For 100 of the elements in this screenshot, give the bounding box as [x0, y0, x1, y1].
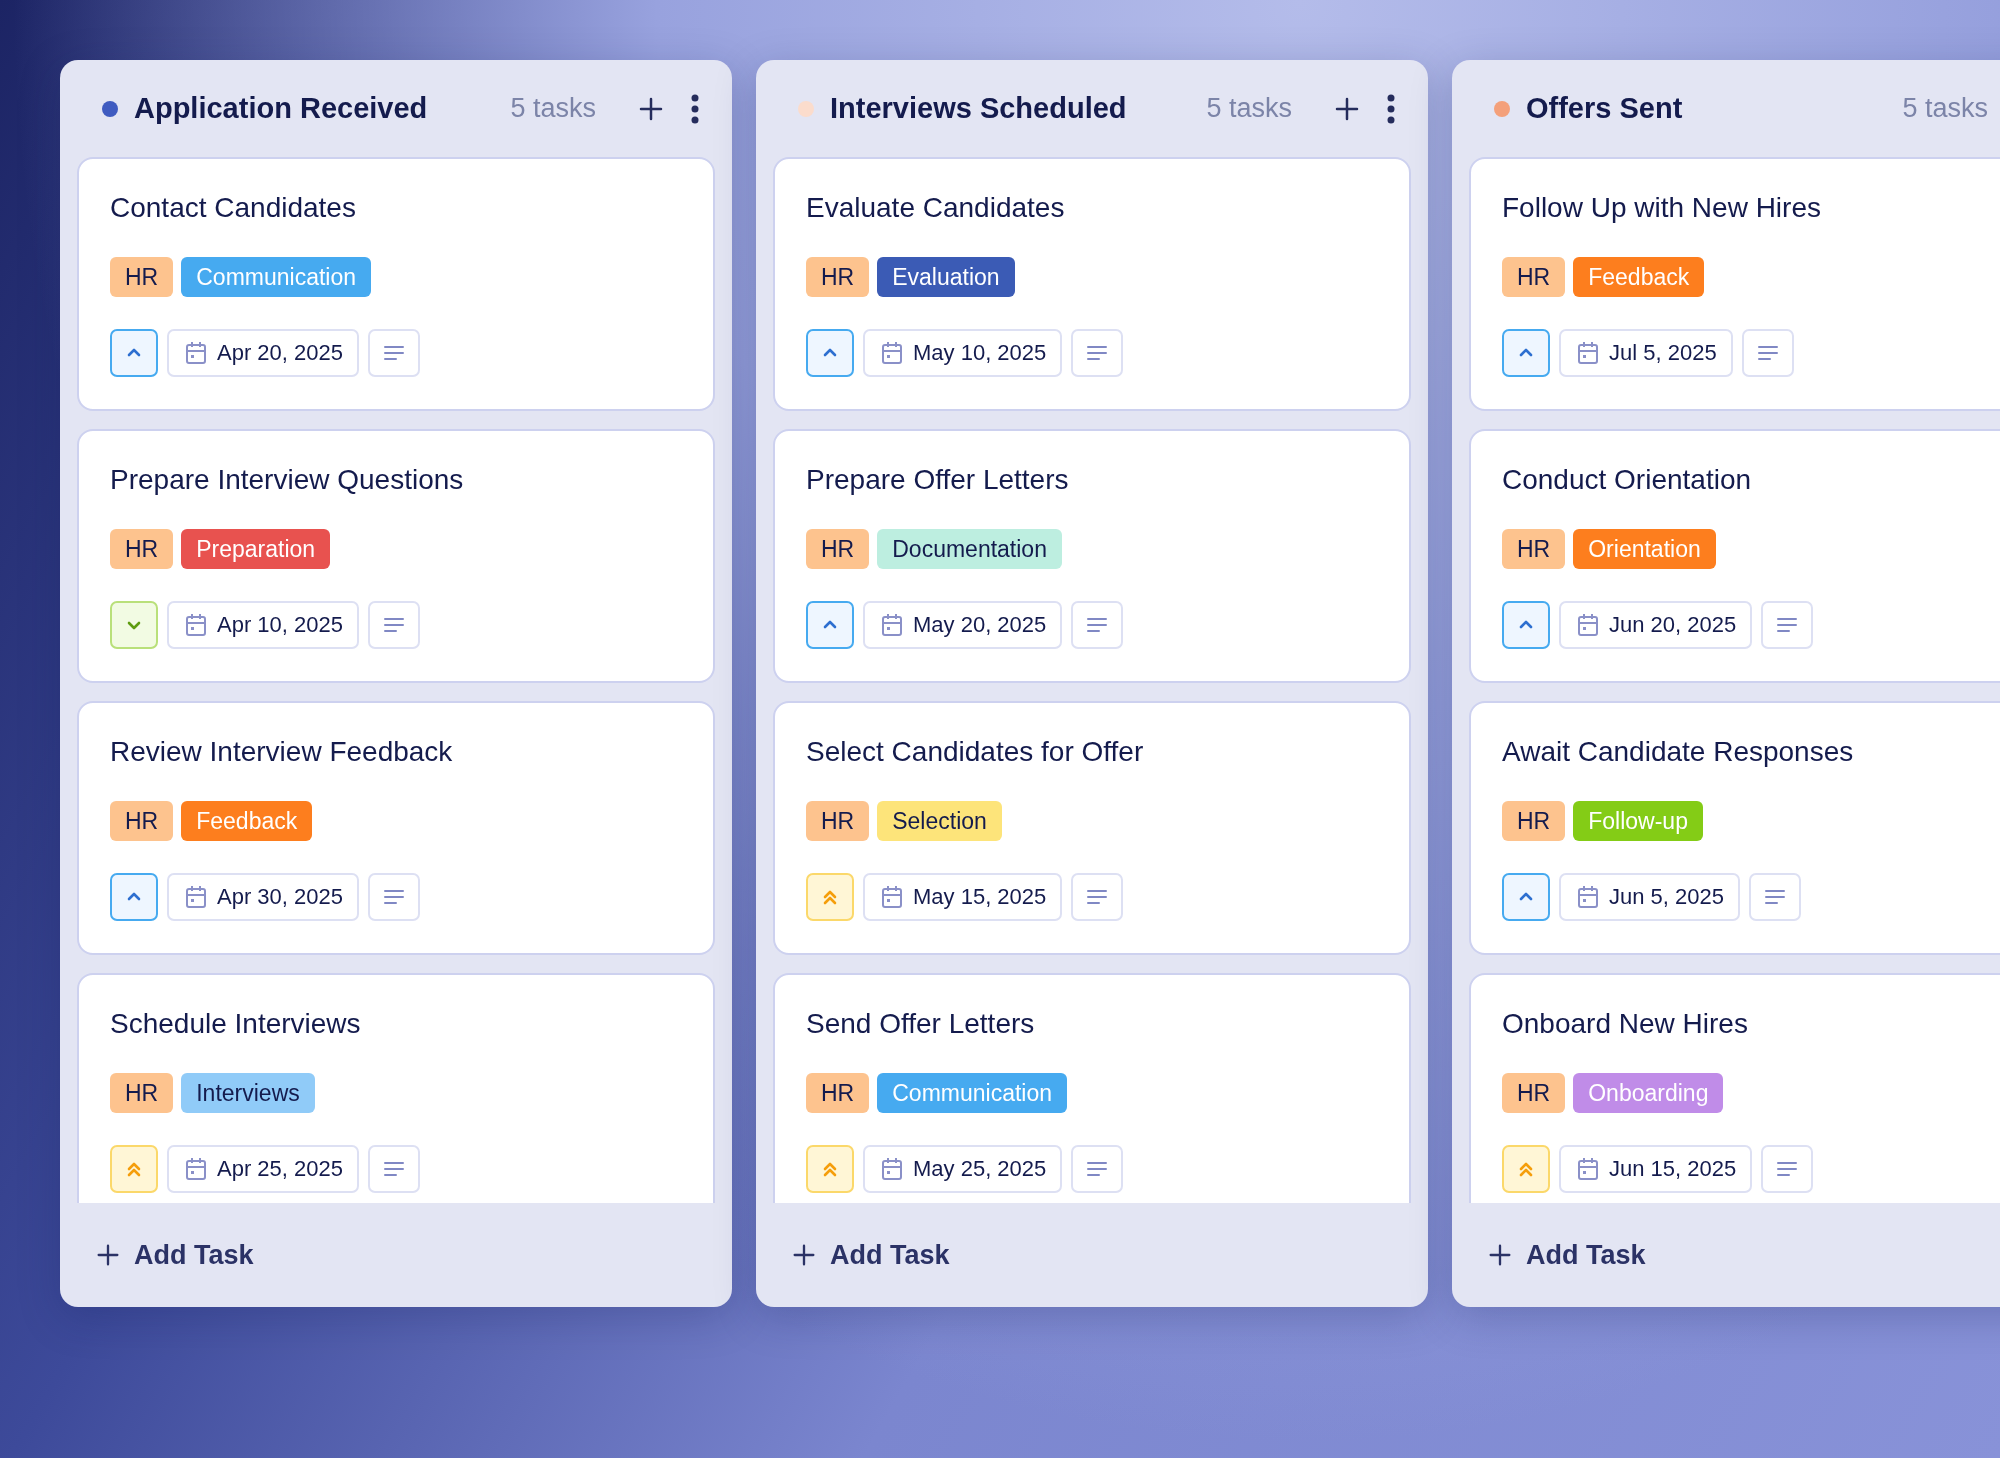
lines-icon: [1086, 344, 1109, 362]
lines-icon: [1776, 1160, 1799, 1178]
priority-button[interactable]: [1502, 873, 1550, 921]
task-card[interactable]: Conduct Orientation HR Orientation Jun 20, 2025: [1469, 429, 2000, 683]
notes-button[interactable]: [1071, 329, 1124, 377]
task-tag: HR: [110, 257, 174, 297]
calendar-icon: [185, 885, 207, 909]
add-task-button[interactable]: Add Task: [1486, 1239, 1646, 1271]
lines-icon: [1764, 888, 1786, 906]
task-tag: Feedback: [1573, 257, 1705, 297]
notes-button[interactable]: [1071, 873, 1124, 921]
task-tag: HR: [110, 801, 174, 841]
task-title: Await Candidate Responses: [1502, 735, 1855, 769]
calendar-icon: [881, 613, 903, 637]
notes-button[interactable]: [368, 329, 420, 377]
task-tag: HR: [110, 529, 174, 569]
add-task-button[interactable]: Add Task: [790, 1239, 950, 1271]
task-card[interactable]: Contact Candidates HR Communication Apr 20, 2025: [77, 157, 715, 411]
task-card[interactable]: Prepare Offer Letters HR Documentation May 20, 2025: [773, 429, 1411, 683]
task-title: Prepare Offer Letters: [806, 463, 1070, 497]
notes-button[interactable]: [1761, 1145, 1814, 1193]
notes-button[interactable]: [1741, 329, 1794, 377]
priority-button[interactable]: [806, 601, 854, 649]
due-date-button[interactable]: Apr 25, 2025: [167, 1145, 359, 1193]
due-date-button[interactable]: Jun 5, 2025: [1559, 873, 1740, 921]
task-count: 5 tasks: [510, 93, 596, 124]
task-card[interactable]: Send Offer Letters HR Communication May 25, 2025: [773, 973, 1411, 1203]
task-tag: Orientation: [1573, 529, 1716, 569]
due-date-button[interactable]: May 25, 2025: [863, 1145, 1063, 1193]
lines-icon: [383, 344, 405, 362]
task-tag: Interviews: [181, 1073, 315, 1113]
priority-button[interactable]: [110, 329, 158, 377]
task-tag: HR: [806, 801, 870, 841]
task-title: Prepare Interview Questions: [110, 463, 465, 497]
add-task-button[interactable]: Add Task: [94, 1239, 254, 1271]
task-title: Follow Up with New Hires: [1502, 191, 1822, 225]
due-date-button[interactable]: Jun 15, 2025: [1559, 1145, 1753, 1193]
calendar-icon: [881, 1157, 903, 1181]
task-count: 5 tasks: [1902, 93, 1988, 124]
notes-button[interactable]: [368, 873, 420, 921]
task-count: 5 tasks: [1206, 93, 1292, 124]
vertical-dots-icon: [690, 93, 700, 124]
vertical-dots-icon: [1386, 93, 1396, 124]
due-date-button[interactable]: May 15, 2025: [863, 873, 1063, 921]
calendar-icon: [185, 613, 207, 637]
task-card[interactable]: Onboard New Hires HR Onboarding Jun 15, 2025: [1469, 973, 2000, 1203]
due-date-button[interactable]: Apr 30, 2025: [167, 873, 359, 921]
due-date-button[interactable]: Apr 10, 2025: [167, 601, 359, 649]
task-tag: Selection: [877, 801, 1002, 841]
lines-icon: [1086, 1160, 1109, 1178]
calendar-icon: [1577, 1157, 1599, 1181]
task-title: Select Candidates for Offer: [806, 735, 1145, 769]
notes-button[interactable]: [1749, 873, 1801, 921]
due-date-button[interactable]: Jun 20, 2025: [1559, 601, 1753, 649]
task-tag: HR: [806, 257, 870, 297]
task-title: Onboard New Hires: [1502, 1007, 1749, 1041]
due-date-button[interactable]: Jul 5, 2025: [1559, 329, 1733, 377]
calendar-icon: [185, 1157, 207, 1181]
task-card[interactable]: Await Candidate Responses HR Follow-up Jun 5, 2025: [1469, 701, 2000, 955]
task-title: Evaluate Candidates: [806, 191, 1066, 225]
task-title: Send Offer Letters: [806, 1007, 1036, 1041]
due-date-button[interactable]: May 20, 2025: [863, 601, 1063, 649]
task-tag: Communication: [181, 257, 372, 297]
task-tag: HR: [1502, 801, 1566, 841]
notes-button[interactable]: [1071, 601, 1124, 649]
task-tag: Onboarding: [1573, 1073, 1724, 1113]
calendar-icon: [1577, 341, 1599, 365]
notes-button[interactable]: [368, 601, 420, 649]
lines-icon: [1086, 888, 1109, 906]
task-tag: Follow-up: [1573, 801, 1703, 841]
notes-button[interactable]: [368, 1145, 420, 1193]
task-tag: HR: [110, 1073, 174, 1113]
task-tag: Documentation: [877, 529, 1062, 569]
calendar-icon: [1577, 885, 1599, 909]
lines-icon: [383, 616, 405, 634]
task-card[interactable]: Follow Up with New Hires HR Feedback Jul 5, 2025: [1469, 157, 2000, 411]
lines-icon: [1756, 344, 1779, 362]
task-tag: HR: [806, 529, 870, 569]
task-tag: Feedback: [181, 801, 313, 841]
task-card[interactable]: Select Candidates for Offer HR Selection May 15, 2025: [773, 701, 1411, 955]
notes-button[interactable]: [1071, 1145, 1124, 1193]
priority-button[interactable]: [806, 329, 854, 377]
task-tag: Preparation: [181, 529, 331, 569]
calendar-icon: [185, 341, 207, 365]
notes-button[interactable]: [1761, 601, 1814, 649]
priority-button[interactable]: [1502, 601, 1550, 649]
due-date-button[interactable]: May 10, 2025: [863, 329, 1063, 377]
priority-button[interactable]: [1502, 329, 1550, 377]
due-date-button[interactable]: Apr 20, 2025: [167, 329, 359, 377]
task-tag: HR: [1502, 1073, 1566, 1113]
lines-icon: [383, 1160, 405, 1178]
task-card[interactable]: Review Interview Feedback HR Feedback Apr 30, 2025: [77, 701, 715, 955]
task-card[interactable]: Schedule Interviews HR Interviews Apr 25, 2025: [77, 973, 715, 1203]
calendar-icon: [881, 885, 903, 909]
task-card[interactable]: Evaluate Candidates HR Evaluation May 10, 2025: [773, 157, 1411, 411]
priority-button[interactable]: [110, 873, 158, 921]
task-tag: HR: [806, 1073, 870, 1113]
lines-icon: [383, 888, 405, 906]
task-tag: HR: [1502, 529, 1566, 569]
task-card[interactable]: Prepare Interview Questions HR Preparation Apr 10, 2025: [77, 429, 715, 683]
